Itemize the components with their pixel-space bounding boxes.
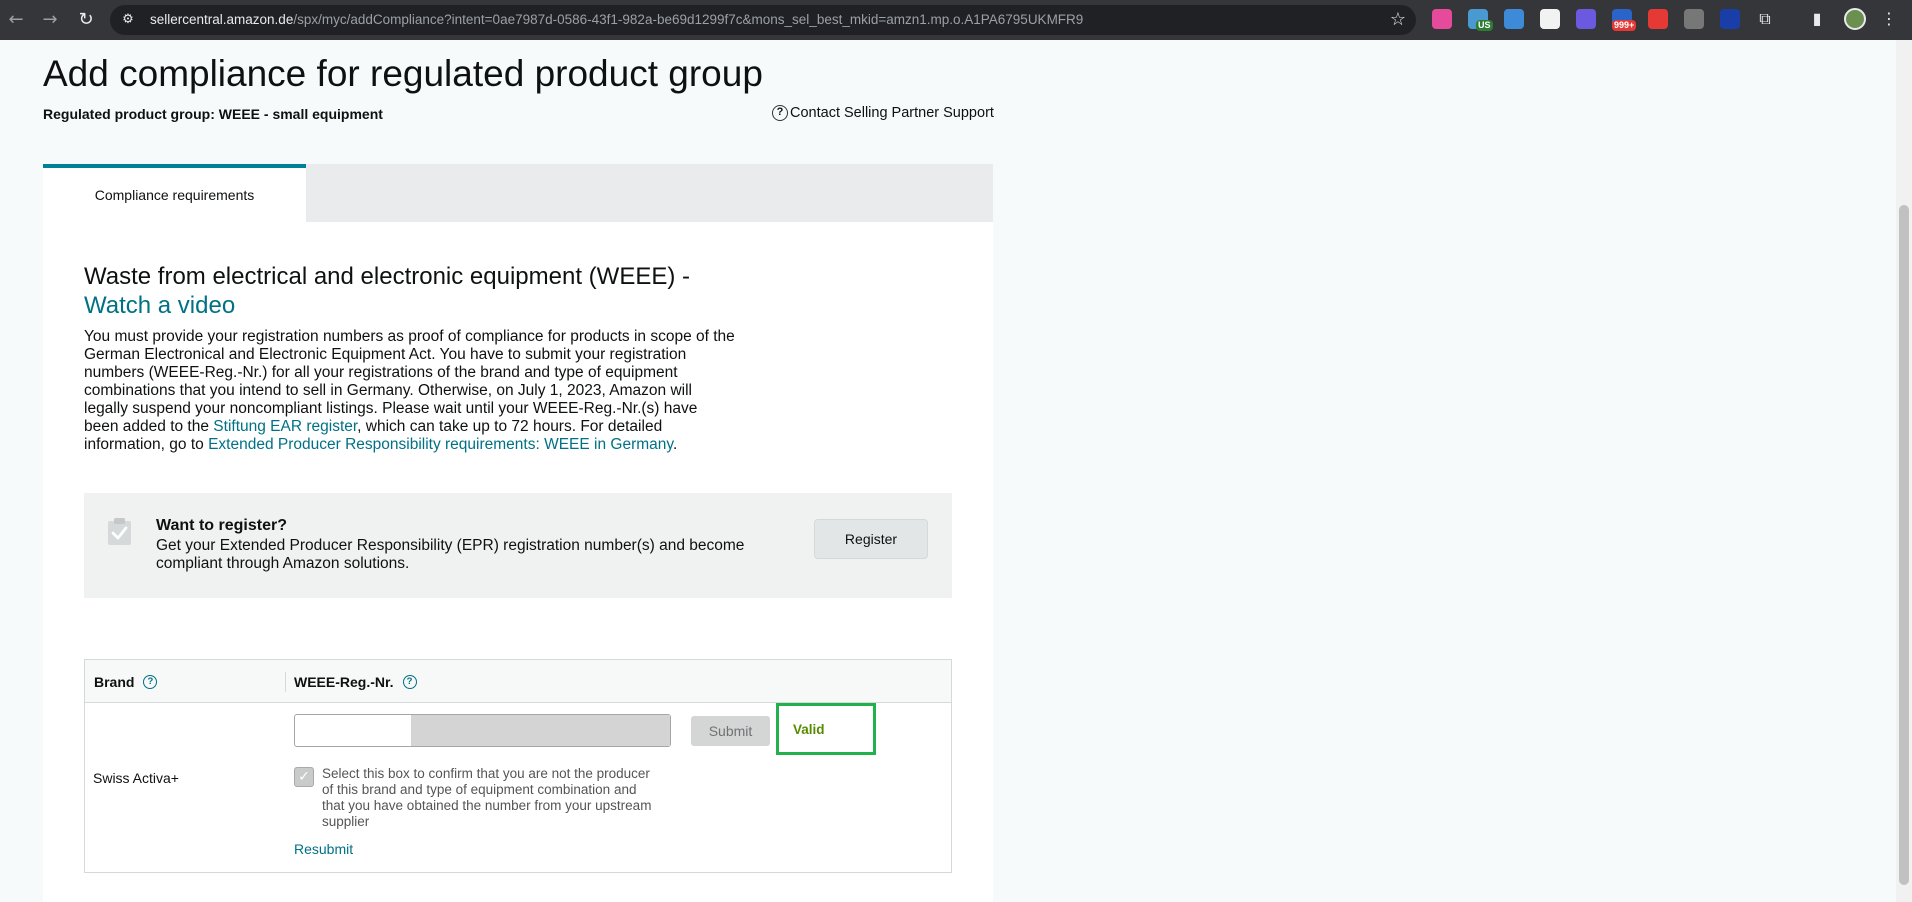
menu-kebab-icon[interactable]: ⋮ [1878, 8, 1900, 30]
watch-video-link[interactable]: Watch a video [84, 292, 235, 319]
back-icon[interactable]: ← [4, 8, 28, 32]
not-producer-checkbox[interactable]: ✓ [294, 767, 314, 787]
reload-icon[interactable]: ↻ [74, 8, 98, 32]
help-circle-icon: ? [772, 105, 788, 121]
submit-button[interactable]: Submit [691, 716, 770, 746]
validation-highlight-box [776, 703, 876, 755]
extension-icon[interactable] [1684, 9, 1704, 29]
table-header: Brand ? WEEE-Reg.-Nr. ? [85, 660, 951, 703]
extensions-puzzle-icon[interactable]: ⧉ [1754, 8, 1776, 30]
epr-requirements-link[interactable]: Extended Producer Responsibility require… [208, 436, 673, 453]
header-divider [285, 672, 286, 692]
brand-info-icon[interactable]: ? [143, 675, 158, 689]
col-reg-header: WEEE-Reg.-Nr. ? [294, 674, 417, 690]
url-text[interactable]: sellercentral.amazon.de/spx/myc/addCompl… [150, 12, 1083, 27]
extension-icon[interactable]: 999+ [1612, 9, 1637, 31]
forward-icon[interactable]: → [38, 8, 62, 32]
stiftung-ear-link[interactable]: Stiftung EAR register [213, 418, 357, 435]
bookmark-star-icon[interactable]: ☆ [1390, 9, 1406, 31]
reg-info-icon[interactable]: ? [402, 675, 417, 689]
clipboard-check-icon [108, 518, 131, 545]
regulated-product-group: Regulated product group: WEEE - small eq… [43, 106, 383, 122]
extension-icon[interactable] [1540, 9, 1560, 29]
checkbox-label: Select this box to confirm that you are … [322, 766, 652, 829]
extension-icon[interactable] [1432, 9, 1452, 29]
contact-support-link[interactable]: ? Contact Selling Partner Support [772, 105, 994, 121]
section-title: Waste from electrical and electronic equ… [84, 262, 744, 320]
extension-icon[interactable] [1576, 9, 1596, 29]
extension-icon[interactable] [1720, 9, 1740, 29]
profile-avatar[interactable] [1844, 8, 1866, 30]
extension-badge: US [1476, 20, 1493, 31]
register-button[interactable]: Register [814, 519, 928, 559]
register-heading: Want to register? [156, 517, 287, 534]
extension-badge: 999+ [1612, 20, 1637, 31]
reg-input-masked-value [411, 715, 670, 746]
site-info-icon[interactable]: ⚙ [120, 12, 136, 28]
col-brand-label: Brand [94, 674, 135, 690]
extension-icon[interactable] [1648, 9, 1668, 29]
contact-support-label: Contact Selling Partner Support [790, 105, 994, 121]
register-text: Get your Extended Producer Responsibilit… [156, 537, 745, 572]
group-value: WEEE - small equipment [218, 106, 383, 122]
browser-toolbar: ← → ↻ ⚙ sellercentral.amazon.de/spx/myc/… [0, 0, 1912, 40]
section-title-text: Waste from electrical and electronic equ… [84, 263, 690, 290]
page-title: Add compliance for regulated product gro… [43, 53, 763, 94]
scrollbar-thumb[interactable] [1899, 205, 1909, 885]
extension-icon[interactable]: US [1468, 9, 1493, 31]
section-description: You must provide your registration numbe… [84, 328, 736, 454]
extension-icon[interactable] [1504, 9, 1524, 29]
address-bar[interactable]: ⚙ sellercentral.amazon.de/spx/myc/addCom… [110, 5, 1416, 35]
group-label: Regulated product group: [43, 106, 215, 122]
desc-text-3: . [673, 436, 678, 453]
url-host: sellercentral.amazon.de [150, 12, 294, 27]
url-path: /spx/myc/addCompliance?intent=0ae7987d-0… [293, 12, 1084, 27]
col-brand-header: Brand ? [94, 674, 158, 690]
side-panel-icon[interactable]: ▮ [1806, 8, 1828, 30]
tab-compliance-requirements[interactable]: Compliance requirements [43, 164, 306, 222]
status-badge: Valid [793, 722, 825, 737]
resubmit-link[interactable]: Resubmit [294, 841, 353, 857]
brand-cell: Swiss Activa+ [93, 770, 179, 786]
col-reg-label: WEEE-Reg.-Nr. [294, 674, 394, 690]
